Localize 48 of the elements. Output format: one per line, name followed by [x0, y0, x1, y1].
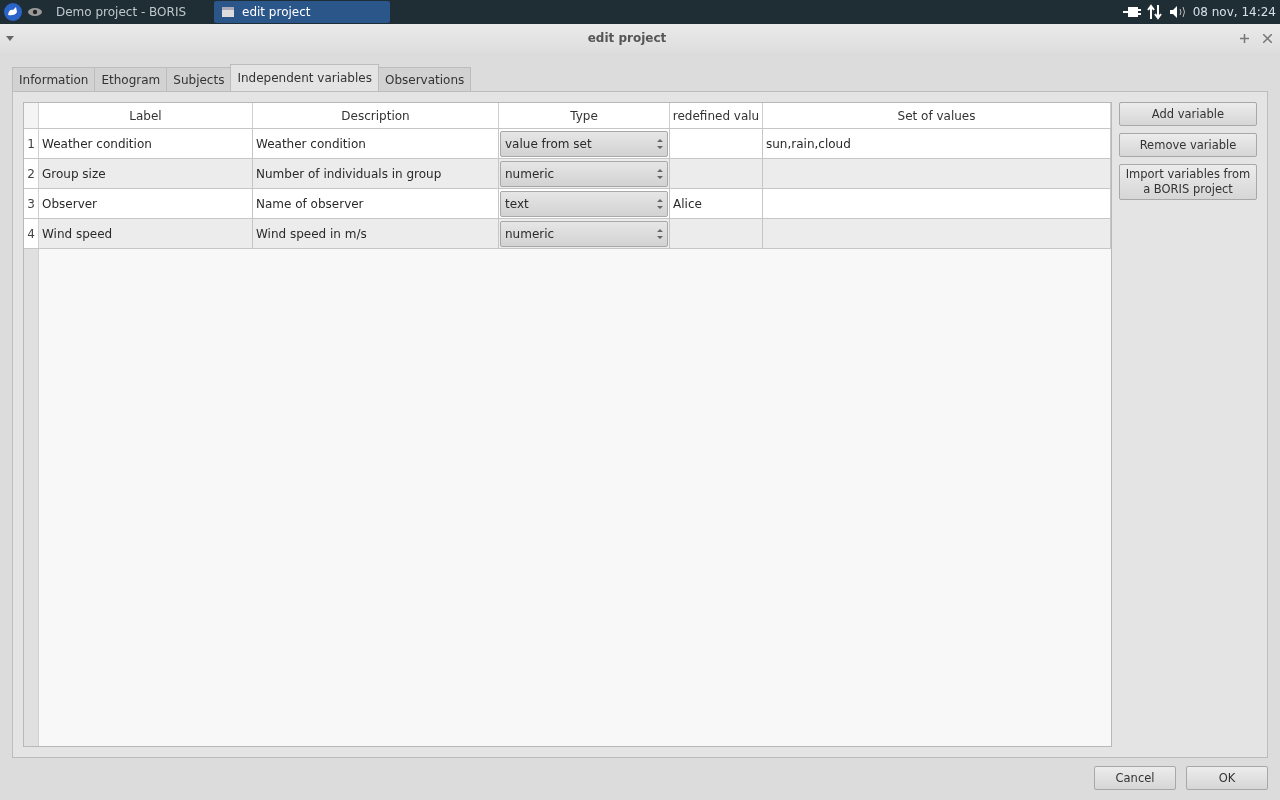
app-menu-icon[interactable] [4, 3, 22, 21]
tab[interactable]: Information [12, 67, 96, 91]
spin-arrows-icon [657, 227, 663, 240]
spin-arrows-icon [657, 137, 663, 150]
window-title: edit project [586, 31, 668, 45]
spin-arrows-icon [657, 167, 663, 180]
clock: 08 nov, 14:24 [1192, 5, 1276, 19]
type-spinbox[interactable]: text [500, 190, 668, 217]
close-icon[interactable] [1263, 33, 1272, 43]
tab[interactable]: Subjects [166, 67, 232, 91]
table-cell: Weather condition [39, 129, 253, 158]
table-cell: Wind speed [39, 219, 253, 248]
tab[interactable]: Observations [377, 67, 472, 91]
volume-icon [1168, 5, 1187, 19]
row-number: 4 [24, 219, 39, 248]
column-header[interactable]: redefined valu [670, 103, 763, 128]
column-header[interactable]: Set of values [763, 103, 1111, 128]
power-plug-icon [1122, 6, 1141, 18]
table-cell: sun,rain,cloud [763, 129, 1111, 158]
column-header[interactable]: Type [499, 103, 670, 128]
spin-arrows-icon [657, 197, 663, 210]
taskbar-task[interactable]: Demo project - BORIS [48, 1, 208, 23]
side-button[interactable]: Remove variable [1119, 133, 1257, 157]
plus-icon[interactable] [1240, 33, 1249, 43]
side-button[interactable]: Import variables from a BORIS project [1119, 164, 1257, 200]
eye-icon [28, 7, 42, 17]
dialog-button[interactable]: OK [1186, 766, 1268, 790]
dialog-button[interactable]: Cancel [1094, 766, 1176, 790]
type-spinbox[interactable]: numeric [500, 160, 668, 187]
tab[interactable]: Ethogram [94, 67, 168, 91]
table-cell: Weather condition [253, 129, 499, 158]
table-cell: Wind speed in m/s [253, 219, 499, 248]
network-arrows-icon [1146, 4, 1163, 20]
taskbar-task[interactable]: edit project [214, 1, 390, 23]
table-cell: Name of observer [253, 189, 499, 218]
type-spinbox[interactable]: numeric [500, 220, 668, 247]
table-cell: Group size [39, 159, 253, 188]
type-spinbox[interactable]: value from set [500, 130, 668, 157]
side-button[interactable]: Add variable [1119, 102, 1257, 126]
row-number: 2 [24, 159, 39, 188]
table-cell: Alice [670, 189, 763, 218]
table-cell: Observer [39, 189, 253, 218]
column-header[interactable]: Label [39, 103, 253, 128]
window-icon [222, 7, 234, 17]
table-cell: Number of individuals in group [253, 159, 499, 188]
tab[interactable]: Independent variables [230, 64, 379, 91]
column-header[interactable]: Description [253, 103, 499, 128]
caret-icon[interactable] [6, 35, 14, 41]
